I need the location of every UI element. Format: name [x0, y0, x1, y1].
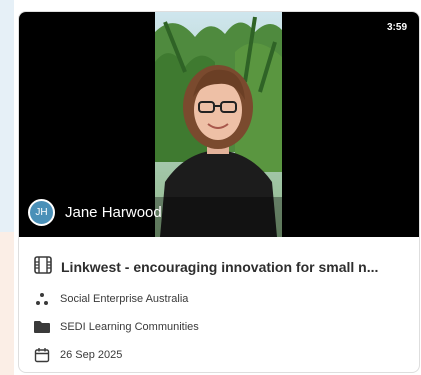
video-duration: 3:59	[386, 22, 407, 33]
card-details: Linkwest - encouraging innovation for sm…	[19, 237, 419, 369]
video-frame-image	[155, 12, 282, 237]
date-row: 26 Sep 2025	[33, 341, 405, 369]
network-dots-icon	[33, 292, 51, 306]
folder-name: SEDI Learning Communities	[60, 321, 199, 333]
author-tag[interactable]: JH Jane Harwood	[28, 199, 162, 226]
background-panel-peach	[0, 232, 14, 375]
folder-icon	[33, 320, 51, 334]
date-text: 26 Sep 2025	[60, 349, 123, 361]
video-frames-icon	[33, 255, 53, 280]
calendar-icon	[33, 347, 51, 363]
folder-row: SEDI Learning Communities	[33, 313, 405, 341]
video-card[interactable]: 3:59 JH Jane Harwood Linkwest - encourag…	[18, 11, 420, 373]
author-name[interactable]: Jane Harwood	[65, 204, 162, 221]
avatar[interactable]: JH	[28, 199, 55, 226]
background-panel-blue	[0, 0, 14, 232]
organisation-name: Social Enterprise Australia	[60, 293, 189, 305]
card-title-link[interactable]: Linkwest - encouraging innovation for sm…	[33, 255, 405, 279]
organisation-row: Social Enterprise Australia	[33, 285, 405, 313]
video-thumbnail[interactable]: 3:59 JH Jane Harwood	[19, 12, 419, 237]
card-title[interactable]: Linkwest - encouraging innovation for sm…	[61, 259, 405, 275]
